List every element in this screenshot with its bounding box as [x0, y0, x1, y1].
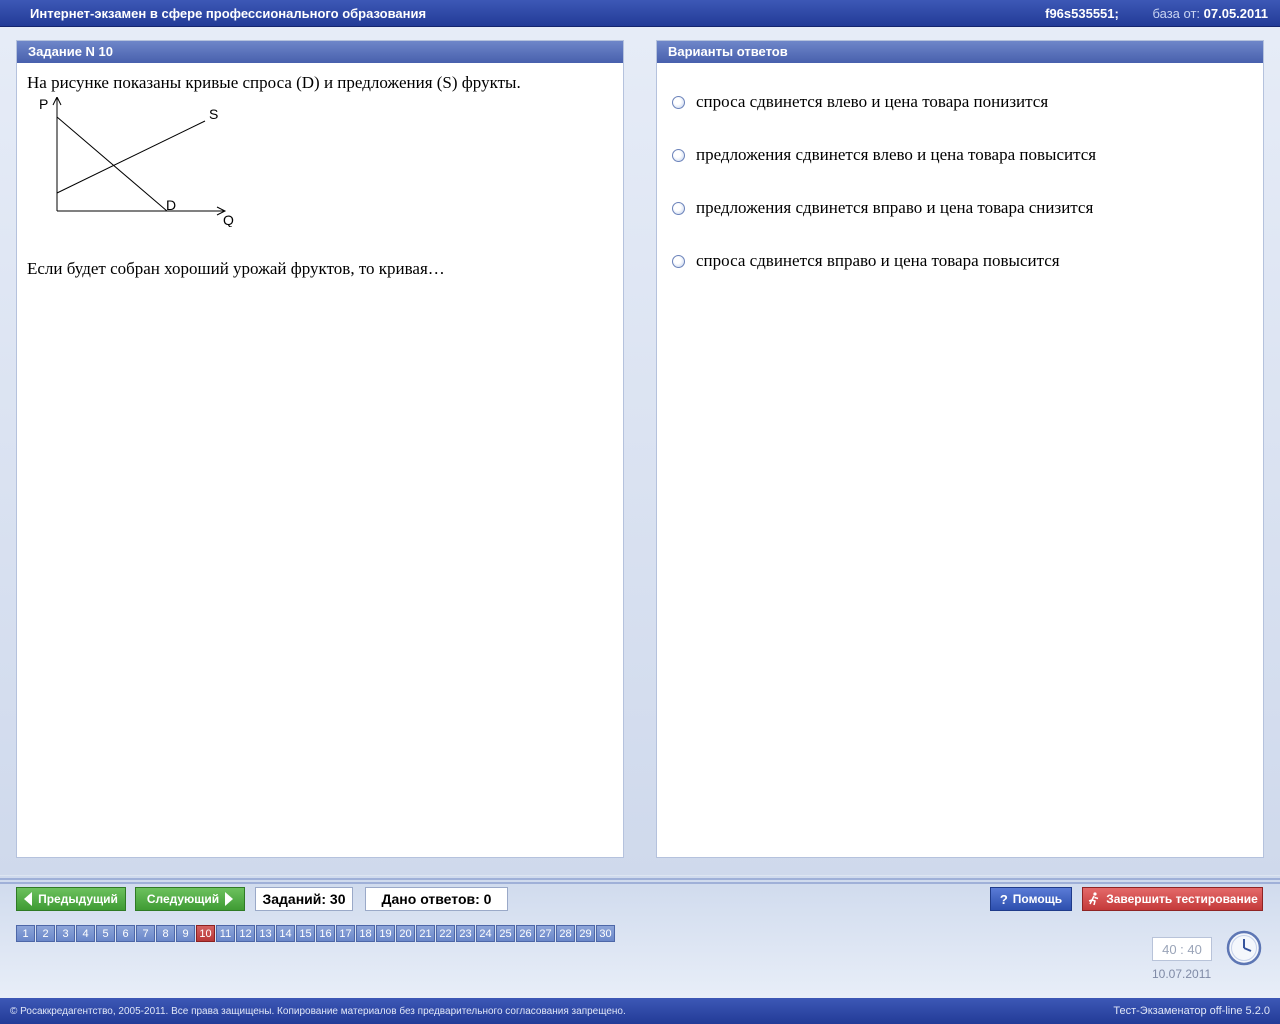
radio-button-3[interactable]	[672, 201, 685, 215]
task-number-button[interactable]: 22	[436, 925, 455, 942]
task-panel: Задание N 10 На рисунке показаны кривые …	[16, 40, 624, 858]
task-heading: Задание N 10	[17, 41, 623, 63]
help-button[interactable]: ? Помощь	[990, 887, 1072, 911]
task-number-button[interactable]: 4	[76, 925, 95, 942]
app-title: Интернет-экзамен в сфере профессионально…	[30, 6, 427, 21]
task-number-button[interactable]: 25	[496, 925, 515, 942]
supply-curve	[56, 120, 206, 194]
next-button[interactable]: Следующий	[135, 887, 245, 911]
radio-button-2[interactable]	[672, 148, 685, 162]
db-label: база от:	[1152, 6, 1201, 21]
task-number-button[interactable]: 14	[276, 925, 295, 942]
supply-demand-graph: P Q S D	[39, 97, 234, 227]
answers-panel: Варианты ответов спроса сдвинется влево …	[656, 40, 1264, 858]
answers-count: Дано ответов: 0	[365, 887, 508, 911]
finish-test-button[interactable]: Завершить тестирование	[1082, 887, 1263, 911]
task-number-button[interactable]: 11	[216, 925, 235, 942]
axis-p-label: P	[39, 97, 48, 112]
radio-button-4[interactable]	[672, 254, 685, 268]
divider	[0, 878, 1280, 880]
clock-icon	[1226, 930, 1262, 966]
date-label: 10.07.2011	[1152, 967, 1212, 981]
task-number-button[interactable]: 26	[516, 925, 535, 942]
db-date: 07.05.2011	[1203, 6, 1268, 21]
task-number-button[interactable]: 19	[376, 925, 395, 942]
arrow-right-icon	[225, 892, 234, 906]
task-number-button[interactable]: 5	[96, 925, 115, 942]
task-number-button[interactable]: 17	[336, 925, 355, 942]
task-number-button[interactable]: 21	[416, 925, 435, 942]
session-id: f96s535551;	[1045, 6, 1119, 21]
task-number-button[interactable]: 15	[296, 925, 315, 942]
answers-heading: Варианты ответов	[657, 41, 1263, 63]
running-man-icon	[1088, 892, 1099, 906]
task-number-button[interactable]: 7	[136, 925, 155, 942]
copyright-text: © Росаккредагентство, 2005-2011. Все пра…	[10, 1006, 626, 1017]
next-label: Следующий	[146, 892, 220, 906]
answer-option-text: предложения сдвинется вправо и цена това…	[696, 198, 1094, 217]
answer-option-2[interactable]: предложения сдвинется влево и цена товар…	[672, 143, 1096, 167]
task-number-button[interactable]: 24	[476, 925, 495, 942]
finish-label: Завершить тестирование	[1106, 892, 1258, 906]
task-number-button[interactable]: 18	[356, 925, 375, 942]
task-number-button[interactable]: 28	[556, 925, 575, 942]
task-number-button[interactable]: 3	[56, 925, 75, 942]
axis-q-label: Q	[223, 212, 234, 227]
answer-option-4[interactable]: спроса сдвинется вправо и цена товара по…	[672, 249, 1060, 273]
question-text: На рисунке показаны кривые спроса (D) и …	[27, 73, 521, 92]
task-number-button[interactable]: 13	[256, 925, 275, 942]
task-number-button[interactable]: 2	[36, 925, 55, 942]
version-text: Тест-Экзаменатор off-line 5.2.0	[1113, 1005, 1270, 1017]
task-number-button[interactable]: 16	[316, 925, 335, 942]
answer-option-1[interactable]: спроса сдвинется влево и цена товара пон…	[672, 90, 1048, 114]
answer-option-text: спроса сдвинется вправо и цена товара по…	[696, 251, 1060, 270]
task-number-button[interactable]: 10	[196, 925, 215, 942]
task-number-button[interactable]: 20	[396, 925, 415, 942]
answer-option-3[interactable]: предложения сдвинется вправо и цена това…	[672, 196, 1093, 220]
task-number-button[interactable]: 12	[236, 925, 255, 942]
divider	[0, 882, 1280, 884]
previous-button[interactable]: Предыдущий	[16, 887, 126, 911]
answer-option-text: предложения сдвинется влево и цена товар…	[696, 145, 1097, 164]
question-mark-icon: ?	[999, 891, 1008, 907]
title-bar: Интернет-экзамен в сфере профессионально…	[0, 0, 1280, 27]
task-number-button[interactable]: 27	[536, 925, 555, 942]
arrow-left-icon	[24, 892, 33, 906]
previous-label: Предыдущий	[38, 892, 118, 906]
task-number-button[interactable]: 29	[576, 925, 595, 942]
task-number-button[interactable]: 6	[116, 925, 135, 942]
tasks-count: Заданий: 30	[255, 887, 353, 911]
task-navigator: 1 2 3 4 5 6 7 8 9 10 11 12 13 14 15 16 17 18 19 20 21 22 23 24 2…	[16, 925, 616, 942]
task-number-button[interactable]: 9	[176, 925, 195, 942]
radio-button-1[interactable]	[672, 95, 685, 109]
curve-s-label: S	[209, 106, 218, 122]
task-number-button[interactable]: 8	[156, 925, 175, 942]
curve-d-label: D	[166, 197, 176, 213]
timer-display: 40 : 40	[1152, 937, 1212, 961]
task-number-button[interactable]: 1	[16, 925, 35, 942]
task-number-button[interactable]: 30	[596, 925, 615, 942]
database-info: f96s535551; база от: 07.05.2011	[1045, 6, 1268, 21]
demand-curve	[56, 116, 168, 212]
task-number-button[interactable]: 23	[456, 925, 475, 942]
footer-bar: © Росаккредагентство, 2005-2011. Все пра…	[0, 998, 1280, 1024]
help-label: Помощь	[1012, 892, 1063, 906]
question-prompt: Если будет собран хороший урожай фруктов…	[27, 259, 445, 278]
answer-option-text: спроса сдвинется влево и цена товара пон…	[696, 92, 1049, 111]
